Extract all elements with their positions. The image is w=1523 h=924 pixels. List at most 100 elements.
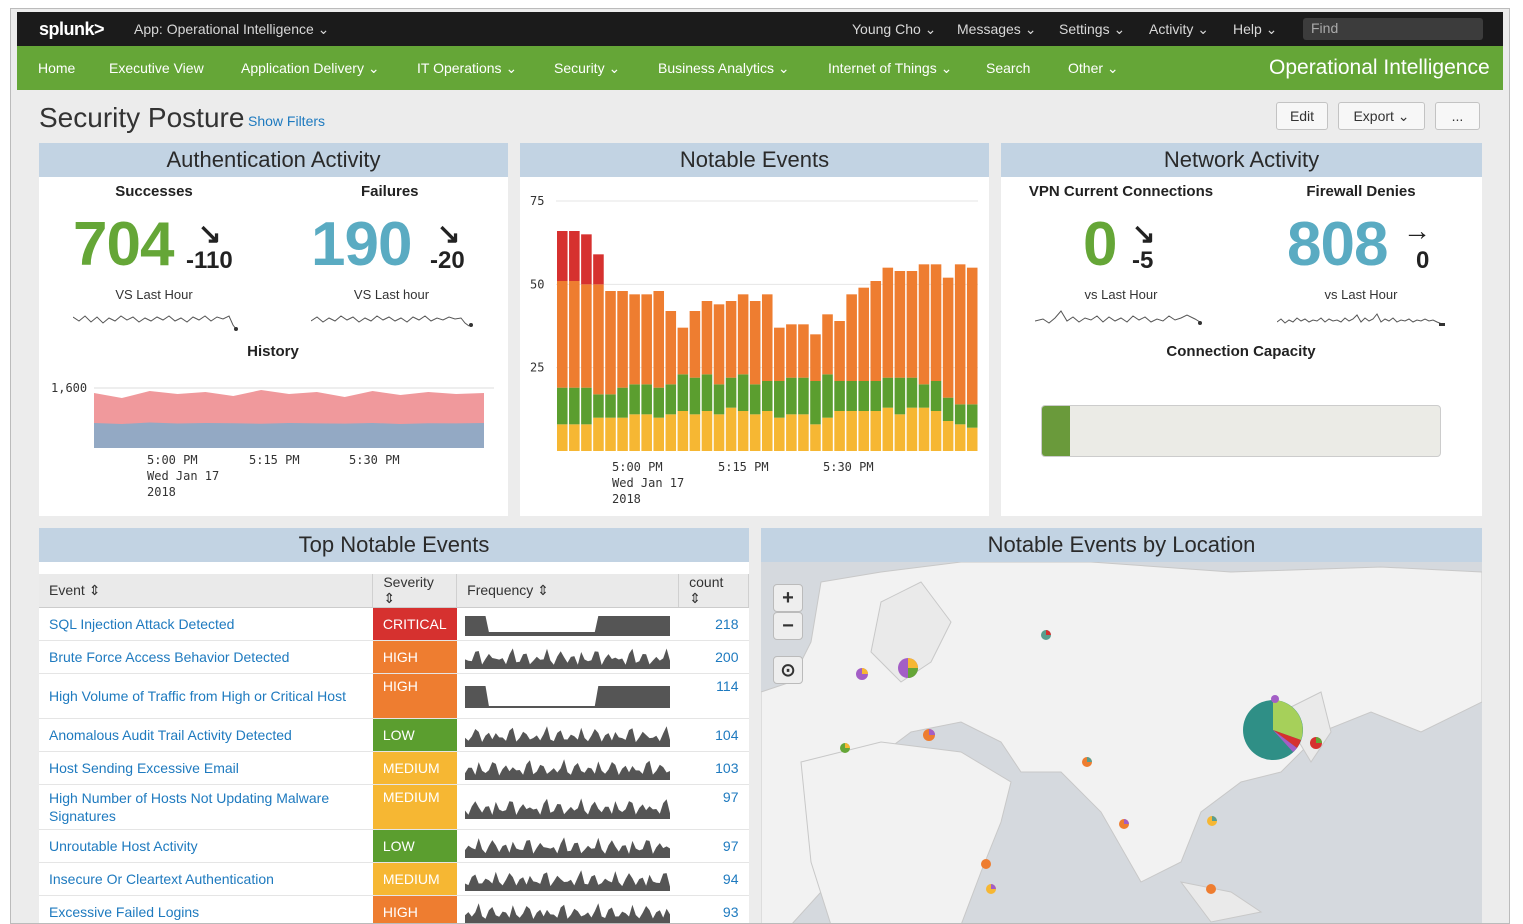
bar-segment-medium[interactable] <box>810 381 821 425</box>
table-row[interactable]: SQL Injection Attack Detected CRITICAL 218 <box>39 607 749 641</box>
bar-segment-high[interactable] <box>557 281 568 388</box>
bar-segment-low[interactable] <box>894 414 906 451</box>
column-header-count[interactable]: count ⇕ <box>678 574 749 608</box>
bar-segment-high[interactable] <box>761 294 773 381</box>
bar-segment-low[interactable] <box>677 411 689 451</box>
bar-segment-medium[interactable] <box>761 381 773 411</box>
bar-segment-high[interactable] <box>882 267 894 378</box>
bar-segment-medium[interactable] <box>930 381 942 411</box>
event-name-link[interactable]: High Number of Hosts Not Updating Malwar… <box>39 784 373 830</box>
bar-segment-low[interactable] <box>918 407 930 451</box>
bar-segment-low[interactable] <box>822 417 833 451</box>
more-actions-button[interactable]: ... <box>1435 102 1480 130</box>
export-button[interactable]: Export ⌄ <box>1338 102 1425 130</box>
bar-segment-medium[interactable] <box>689 377 701 415</box>
bar-segment-low[interactable] <box>689 414 701 451</box>
column-header-frequency[interactable]: Frequency ⇕ <box>456 574 680 608</box>
bar-segment-low[interactable] <box>581 424 592 451</box>
bar-segment-low[interactable] <box>593 417 604 451</box>
bar-segment-low[interactable] <box>882 407 894 451</box>
bar-segment-low[interactable] <box>737 411 749 451</box>
bar-segment-low[interactable] <box>846 411 857 451</box>
bar-segment-high[interactable] <box>677 327 689 375</box>
bar-segment-high[interactable] <box>846 294 857 381</box>
locate-icon[interactable]: ⊙ <box>773 656 803 684</box>
bar-segment-high[interactable] <box>954 264 966 405</box>
edit-button[interactable]: Edit <box>1276 102 1328 130</box>
bar-segment-high[interactable] <box>810 334 821 381</box>
bar-segment-low[interactable] <box>798 414 809 451</box>
bar-segment-high[interactable] <box>617 291 628 388</box>
nav-search[interactable]: Search <box>986 60 1030 76</box>
bar-segment-high[interactable] <box>569 281 580 388</box>
bar-segment-high[interactable] <box>605 291 616 395</box>
bar-segment-high[interactable] <box>629 294 640 385</box>
table-row[interactable]: Insecure Or Cleartext Authentication MEDI… <box>39 862 749 896</box>
nav-it-operations[interactable]: IT Operations ⌄ <box>417 60 517 77</box>
bar-segment-high[interactable] <box>641 294 652 385</box>
bar-segment-high[interactable] <box>822 314 833 375</box>
event-name-link[interactable]: Excessive Failed Logins <box>39 895 373 923</box>
event-name-link[interactable]: High Volume of Traffic from High or Crit… <box>39 673 373 719</box>
table-row[interactable]: Unroutable Host Activity LOW 97 <box>39 829 749 863</box>
bar-segment-low[interactable] <box>641 414 652 451</box>
bar-segment-medium[interactable] <box>737 374 749 411</box>
bar-segment-low[interactable] <box>557 424 568 451</box>
event-name-link[interactable]: SQL Injection Attack Detected <box>39 607 373 641</box>
nav-application-delivery[interactable]: Application Delivery ⌄ <box>241 60 380 77</box>
nav-executive-view[interactable]: Executive View <box>109 60 204 76</box>
bar-segment-high[interactable] <box>942 277 954 398</box>
bar-segment-medium[interactable] <box>641 384 652 415</box>
event-name-link[interactable]: Brute Force Access Behavior Detected <box>39 640 373 674</box>
event-name-link[interactable]: Host Sending Excessive Email <box>39 751 373 785</box>
bar-segment-high[interactable] <box>870 281 882 381</box>
bar-segment-high[interactable] <box>930 264 942 381</box>
bar-segment-medium[interactable] <box>605 394 616 418</box>
bar-segment-medium[interactable] <box>786 377 797 415</box>
nav-business-analytics[interactable]: Business Analytics ⌄ <box>658 60 790 77</box>
activity-menu[interactable]: Activity ⌄ <box>1149 21 1209 38</box>
bar-segment-low[interactable] <box>665 414 677 451</box>
bar-segment-low[interactable] <box>605 417 616 451</box>
bar-segment-medium[interactable] <box>713 384 725 415</box>
bar-segment-high[interactable] <box>581 284 592 388</box>
pie-marker[interactable] <box>1271 695 1279 703</box>
bar-segment-medium[interactable] <box>954 404 966 425</box>
bar-segment-medium[interactable] <box>822 374 833 418</box>
bar-segment-low[interactable] <box>701 411 713 451</box>
bar-segment-critical[interactable] <box>557 231 568 281</box>
bar-segment-medium[interactable] <box>918 384 930 408</box>
bar-segment-low[interactable] <box>954 424 966 451</box>
bar-segment-high[interactable] <box>774 327 785 381</box>
column-header-event[interactable]: Event ⇕ <box>39 574 374 608</box>
count-link[interactable]: 103 <box>678 751 749 785</box>
count-link[interactable]: 114 <box>678 673 749 719</box>
bar-segment-medium[interactable] <box>569 387 580 425</box>
bar-segment-medium[interactable] <box>701 374 713 411</box>
bar-segment-high[interactable] <box>918 264 930 385</box>
bar-segment-low[interactable] <box>629 414 640 451</box>
table-row[interactable]: Excessive Failed Logins HIGH 93 <box>39 895 749 923</box>
table-row[interactable]: High Number of Hosts Not Updating Malwar… <box>39 784 749 830</box>
bar-segment-medium[interactable] <box>629 384 640 415</box>
bar-segment-medium[interactable] <box>834 381 845 411</box>
bar-segment-high[interactable] <box>906 271 918 378</box>
event-name-link[interactable]: Anomalous Audit Trail Activity Detected <box>39 718 373 752</box>
pie-marker[interactable] <box>1310 737 1322 749</box>
zoom-out-button[interactable]: − <box>773 612 803 640</box>
world-map[interactable] <box>761 562 1482 924</box>
count-link[interactable]: 93 <box>678 895 749 923</box>
bar-segment-low[interactable] <box>810 424 821 451</box>
bar-segment-medium[interactable] <box>894 377 906 415</box>
bar-segment-high[interactable] <box>894 271 906 378</box>
nav-security[interactable]: Security ⌄ <box>554 60 620 77</box>
bar-segment-high[interactable] <box>798 324 809 378</box>
count-link[interactable]: 97 <box>678 829 749 863</box>
bar-segment-high[interactable] <box>725 301 737 378</box>
table-row[interactable]: Host Sending Excessive Email MEDIUM 103 <box>39 751 749 785</box>
bar-segment-low[interactable] <box>725 407 737 451</box>
bar-segment-medium[interactable] <box>966 404 978 428</box>
bar-segment-medium[interactable] <box>593 394 604 418</box>
count-link[interactable]: 104 <box>678 718 749 752</box>
settings-menu[interactable]: Settings ⌄ <box>1059 21 1125 38</box>
